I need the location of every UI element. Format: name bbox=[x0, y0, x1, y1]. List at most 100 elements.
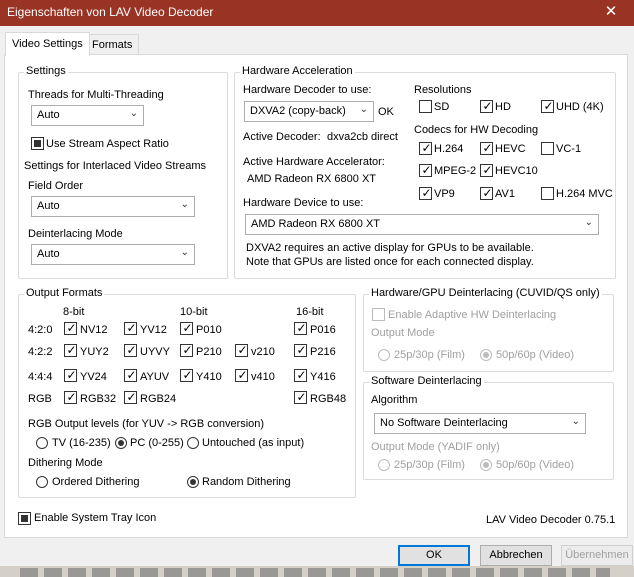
rgb-level-untouched-radio[interactable] bbox=[187, 437, 199, 449]
codec-mpeg2-checkbox[interactable]: ✓ bbox=[419, 163, 432, 177]
codec-label: HEVC10 bbox=[495, 165, 538, 177]
dithering-ordered-radio[interactable] bbox=[36, 476, 48, 488]
resolution-label: UHD (4K) bbox=[556, 101, 604, 113]
hw-decoder-select[interactable]: DXVA2 (copy-back) ⌄ bbox=[244, 101, 374, 122]
radio-label: 25p/30p (Film) bbox=[394, 459, 465, 471]
format-y410-checkbox[interactable]: ✓ bbox=[180, 368, 193, 382]
resolution-uhd-checkbox[interactable]: ✓ bbox=[541, 99, 554, 113]
format-yv24-checkbox[interactable]: ✓ bbox=[64, 368, 77, 382]
row-label: 4:2:2 bbox=[28, 346, 53, 358]
radio-label: 50p/60p (Video) bbox=[496, 459, 575, 471]
version-label: LAV Video Decoder 0.75.1 bbox=[486, 514, 616, 526]
dithering-label: Dithering Mode bbox=[28, 457, 103, 469]
field-order-value: Auto bbox=[37, 200, 60, 212]
codec-av1-checkbox[interactable]: ✓ bbox=[480, 186, 493, 200]
format-yuy2-checkbox[interactable]: ✓ bbox=[64, 343, 77, 357]
group-title: Output Formats bbox=[24, 287, 105, 299]
hw-device-value: AMD Radeon RX 6800 XT bbox=[251, 218, 381, 230]
row-label: 4:4:4 bbox=[28, 371, 53, 383]
ok-button[interactable]: OK bbox=[398, 545, 470, 566]
chevron-down-icon: ⌄ bbox=[584, 217, 593, 228]
sw-algorithm-select[interactable]: No Software Deinterlacing ⌄ bbox=[374, 413, 586, 434]
adaptive-hw-deint-checkbox[interactable] bbox=[372, 308, 385, 321]
header-8bit: 8-bit bbox=[63, 306, 85, 318]
close-icon[interactable]: ✕ bbox=[588, 0, 634, 26]
hw-decoder-value: DXVA2 (copy-back) bbox=[250, 105, 346, 117]
hw-decoder-label: Hardware Decoder to use: bbox=[243, 84, 372, 96]
chevron-down-icon: ⌄ bbox=[129, 108, 138, 119]
threads-label: Threads for Multi-Threading bbox=[28, 89, 164, 101]
sw-mode-video-radio[interactable] bbox=[480, 459, 492, 471]
system-tray-label: Enable System Tray Icon bbox=[34, 512, 157, 524]
codec-vc1-checkbox[interactable] bbox=[541, 142, 554, 155]
group-title: Hardware/GPU Deinterlacing (CUVID/QS onl… bbox=[369, 287, 602, 299]
field-order-select[interactable]: Auto ⌄ bbox=[31, 196, 195, 217]
format-label: AYUV bbox=[140, 371, 170, 383]
header-10bit: 10-bit bbox=[180, 306, 208, 318]
format-y416-checkbox[interactable]: ✓ bbox=[294, 368, 307, 382]
group-title: Hardware Acceleration bbox=[240, 65, 355, 77]
tab-formats[interactable]: Formats bbox=[85, 34, 140, 55]
format-v210-checkbox[interactable]: ✓ bbox=[235, 343, 248, 357]
codec-h264mvc-checkbox[interactable] bbox=[541, 187, 554, 200]
format-label: YV24 bbox=[80, 371, 107, 383]
row-label: 4:2:0 bbox=[28, 324, 53, 336]
tab-video-settings[interactable]: Video Settings bbox=[5, 32, 90, 56]
active-decoder-label: Active Decoder: bbox=[243, 131, 321, 143]
format-ayuv-checkbox[interactable]: ✓ bbox=[124, 368, 137, 382]
codec-hevc-checkbox[interactable]: ✓ bbox=[480, 141, 493, 155]
format-yv12-checkbox[interactable]: ✓ bbox=[124, 321, 137, 335]
codecs-title: Codecs for HW Decoding bbox=[414, 124, 539, 136]
codec-label: H.264 bbox=[434, 143, 464, 155]
format-label: v410 bbox=[251, 371, 275, 383]
rgb-level-pc-radio[interactable] bbox=[115, 437, 127, 449]
hw-device-select[interactable]: AMD Radeon RX 6800 XT ⌄ bbox=[245, 214, 599, 235]
stream-aspect-checkbox[interactable] bbox=[31, 137, 44, 150]
codec-label: AV1 bbox=[495, 188, 515, 200]
format-p216-checkbox[interactable]: ✓ bbox=[294, 343, 307, 357]
sw-mode-film-radio[interactable] bbox=[378, 459, 390, 471]
format-label: Y410 bbox=[196, 371, 222, 383]
sw-output-mode-label: Output Mode (YADIF only) bbox=[371, 441, 500, 453]
tab-label: Formats bbox=[92, 39, 133, 51]
format-rgb48-checkbox[interactable]: ✓ bbox=[294, 390, 307, 404]
format-rgb32-checkbox[interactable]: ✓ bbox=[64, 390, 77, 404]
format-label: RGB32 bbox=[80, 393, 117, 405]
format-label: Y416 bbox=[310, 371, 336, 383]
format-p210-checkbox[interactable]: ✓ bbox=[180, 343, 193, 357]
radio-label: 50p/60p (Video) bbox=[496, 349, 575, 361]
cancel-button[interactable]: Abbrechen bbox=[480, 545, 552, 566]
radio-label: Untouched (as input) bbox=[202, 437, 305, 449]
chevron-down-icon: ⌄ bbox=[359, 104, 368, 115]
group-title: Settings bbox=[24, 65, 68, 77]
hw-mode-video-radio[interactable] bbox=[480, 349, 492, 361]
hw-note-line1: DXVA2 requires an active display for GPU… bbox=[246, 242, 534, 254]
deinterlacing-mode-value: Auto bbox=[37, 248, 60, 260]
format-p010-checkbox[interactable]: ✓ bbox=[180, 321, 193, 335]
format-v410-checkbox[interactable]: ✓ bbox=[235, 368, 248, 382]
format-nv12-checkbox[interactable]: ✓ bbox=[64, 321, 77, 335]
row-label: RGB bbox=[28, 393, 52, 405]
codec-hevc10-checkbox[interactable]: ✓ bbox=[480, 163, 493, 177]
resolution-sd-checkbox[interactable] bbox=[419, 100, 432, 113]
adaptive-hw-deint-label: Enable Adaptive HW Deinterlacing bbox=[388, 309, 557, 321]
codec-h264-checkbox[interactable]: ✓ bbox=[419, 141, 432, 155]
threads-select[interactable]: Auto ⌄ bbox=[31, 105, 144, 126]
rgb-level-tv-radio[interactable] bbox=[36, 437, 48, 449]
resolution-hd-checkbox[interactable]: ✓ bbox=[480, 99, 493, 113]
format-uyvy-checkbox[interactable]: ✓ bbox=[124, 343, 137, 357]
format-rgb24-checkbox[interactable]: ✓ bbox=[124, 390, 137, 404]
deinterlacing-mode-label: Deinterlacing Mode bbox=[28, 228, 123, 240]
apply-button[interactable]: Übernehmen bbox=[561, 545, 633, 566]
dithering-random-radio[interactable] bbox=[187, 476, 199, 488]
chevron-down-icon: ⌄ bbox=[180, 247, 189, 258]
background-window-strip bbox=[0, 566, 634, 577]
codec-vp9-checkbox[interactable]: ✓ bbox=[419, 186, 432, 200]
system-tray-checkbox[interactable] bbox=[18, 512, 31, 525]
radio-label: PC (0-255) bbox=[130, 437, 184, 449]
codec-label: MPEG-2 bbox=[434, 165, 477, 177]
format-label: RGB24 bbox=[140, 393, 177, 405]
deinterlacing-mode-select[interactable]: Auto ⌄ bbox=[31, 244, 195, 265]
hw-mode-film-radio[interactable] bbox=[378, 349, 390, 361]
format-p016-checkbox[interactable]: ✓ bbox=[294, 321, 307, 335]
